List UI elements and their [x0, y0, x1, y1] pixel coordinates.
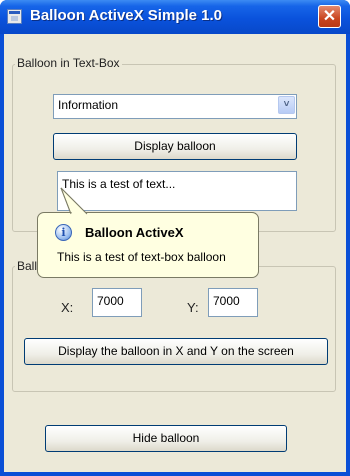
- display-balloon-button[interactable]: Display balloon: [53, 133, 297, 160]
- balloon-title: Balloon ActiveX: [85, 225, 184, 240]
- balloon-text-input[interactable]: This is a test of text...: [57, 171, 297, 211]
- close-button[interactable]: ✕: [318, 5, 341, 28]
- window-title: Balloon ActiveX Simple 1.0: [30, 7, 223, 24]
- close-icon: ✕: [322, 8, 337, 25]
- info-icon: i: [55, 224, 72, 241]
- textbox-balloon-group-label: Balloon in Text-Box: [15, 56, 122, 70]
- y-coordinate-input[interactable]: 7000: [208, 288, 258, 317]
- client-area: Balloon in Text-Box Information ˅ Displa…: [4, 34, 346, 472]
- screen-balloon-group: [12, 266, 336, 392]
- x-label: X:: [61, 300, 74, 315]
- app-window: Balloon ActiveX Simple 1.0 ✕ Balloon in …: [0, 0, 350, 476]
- y-label: Y:: [187, 300, 199, 315]
- balloon-body: This is a test of text-box balloon: [57, 250, 226, 264]
- y-coordinate-value: 7000: [213, 294, 240, 308]
- balloon-tooltip[interactable]: i Balloon ActiveX This is a test of text…: [37, 212, 259, 278]
- app-window-icon: [7, 9, 22, 24]
- hide-balloon-button[interactable]: Hide balloon: [45, 425, 287, 452]
- x-coordinate-input[interactable]: 7000: [92, 288, 142, 317]
- display-xy-button[interactable]: Display the balloon in X and Y on the sc…: [24, 338, 328, 365]
- x-coordinate-value: 7000: [97, 294, 124, 308]
- icon-type-select[interactable]: Information ˅: [53, 94, 297, 119]
- icon-type-select-value: Information: [58, 98, 119, 112]
- title-bar[interactable]: Balloon ActiveX Simple 1.0 ✕: [0, 0, 350, 34]
- chevron-down-icon[interactable]: ˅: [278, 96, 295, 114]
- balloon-tail-cover: [60, 187, 88, 215]
